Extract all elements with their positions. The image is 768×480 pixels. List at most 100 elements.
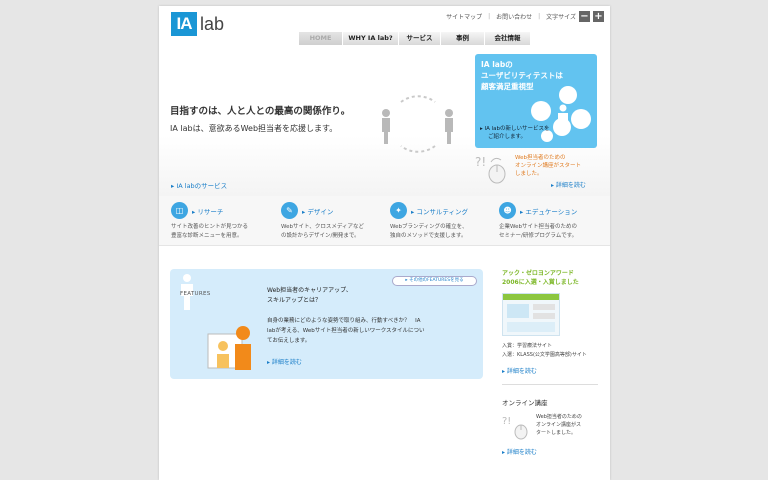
online-notice-line: オンライン講座がスタート: [515, 163, 582, 169]
bubble: [531, 101, 551, 121]
logo-mark: IA: [171, 12, 197, 36]
features-label: FEATURES: [180, 291, 211, 297]
features-body-line: labが考える、Webサイト担当者の新しいワークスタイルについ: [267, 328, 425, 334]
services-bar: ◫ ▸ リサーチ サイト改善のヒントが見つかる 豊富な診断メニューを用意。 ✎ …: [159, 196, 610, 246]
contact-link[interactable]: お問い合わせ: [496, 12, 532, 21]
sidebar: アック・ゼロヨンアワード 2006に入選・入賞しました 入賞：学習療法サイト 入…: [502, 269, 598, 456]
banner-title-line: IA labの: [481, 60, 513, 69]
banner-title-line: ユーザビリティテストは: [481, 71, 563, 80]
service-desc-line: Webブランディングの確立を、: [390, 224, 468, 230]
award-title: アック・ゼロヨンアワード 2006に入選・入賞しました: [502, 269, 598, 287]
font-increase-button[interactable]: +: [593, 11, 604, 22]
service-head: ◫ ▸ リサーチ: [171, 202, 281, 219]
service-title[interactable]: ▸ デザイン: [302, 206, 333, 216]
features-body: 自身の業務にどのような姿勢で取り組み、行動すべきか？ IA labが考える、We…: [267, 316, 477, 346]
online-course-notice[interactable]: Web担当者のための オンライン講座がスタート しました。: [515, 154, 581, 178]
research-icon: ◫: [171, 202, 188, 219]
divider: [502, 384, 598, 385]
sitemap-link[interactable]: サイトマップ: [446, 12, 482, 21]
global-nav: HOME WHY IA lab? サービス 事例 会社情報: [299, 32, 531, 45]
screenshot-block: [533, 313, 555, 319]
nav-why[interactable]: WHY IA lab?: [343, 32, 399, 45]
service-desc-line: Webサイト、クロスメディアなど: [281, 224, 364, 230]
features-body-line: 自身の業務にどのような姿勢で取り組み、行動すべきか？ IA: [267, 318, 421, 324]
online-detail-link[interactable]: ▸ 詳細を読む: [502, 447, 598, 456]
screenshot-block: [533, 304, 555, 310]
features-body-line: てお伝えします。: [267, 338, 311, 344]
award-detail-link[interactable]: ▸ 詳細を読む: [502, 366, 598, 375]
hero-detail-link[interactable]: ▸ 詳細を読む: [551, 180, 586, 189]
more-features-button[interactable]: ▸ その他のFEATURESを見る: [392, 276, 477, 286]
hero-subline: IA labは、意欲あるWeb担当者を応援します。: [170, 124, 338, 133]
nav-service[interactable]: サービス: [399, 32, 441, 45]
online-course-row: ?! Web担当者のための オンライン講座がス タートしました。: [502, 413, 598, 441]
online-notice-line: Web担当者のための: [515, 155, 566, 161]
consulting-icon: ✦: [390, 202, 407, 219]
screenshot-header: [503, 294, 559, 300]
online-course-heading: オンライン講座: [502, 399, 548, 407]
service-design[interactable]: ✎ ▸ デザイン Webサイト、クロスメディアなど の設計からデザイン/開発まで…: [281, 202, 391, 241]
logo[interactable]: IA lab: [171, 12, 224, 36]
service-desc-line: サイト改善のヒントが見つかる: [171, 224, 249, 230]
font-decrease-button[interactable]: −: [579, 11, 590, 22]
design-icon: ✎: [281, 202, 298, 219]
service-consulting[interactable]: ✦ ▸ コンサルティング Webブランディングの確立を、 独自のメソッドで支援し…: [390, 202, 500, 241]
services-link[interactable]: ▸ IA labのサービス: [171, 180, 227, 190]
relationship-illustration: [382, 95, 453, 153]
award-title-line: 2006に入選・入賞しました: [502, 279, 579, 286]
online-text-line: オンライン講座がス: [536, 422, 582, 428]
banner-title-line: 顧客満足重視型: [481, 82, 534, 91]
online-notice-line: しました。: [515, 171, 543, 177]
service-research[interactable]: ◫ ▸ リサーチ サイト改善のヒントが見つかる 豊富な診断メニューを用意。: [171, 202, 281, 241]
service-description: サイト改善のヒントが見つかる 豊富な診断メニューを用意。: [171, 223, 281, 241]
divider: |: [538, 13, 541, 20]
features-title-line: スキルアップとは？: [267, 297, 322, 304]
svg-text:?!: ?!: [475, 155, 486, 169]
utility-nav: サイトマップ | お問い合わせ | 文字サイズ − +: [446, 11, 604, 22]
hero-text: 目指すのは、人と人との最高の関係作り。 IA labは、意欲あるWeb担当者を応…: [170, 103, 350, 134]
features-detail-link[interactable]: ▸ 詳細を読む: [267, 357, 302, 366]
service-desc-line: 企業Webサイト担当者のための: [499, 224, 577, 230]
divider: |: [488, 13, 491, 20]
award-title-line: アック・ゼロヨンアワード: [502, 270, 574, 277]
hero-headline: 目指すのは、人と人との最高の関係作り。: [170, 106, 351, 117]
education-icon: ☻: [499, 202, 516, 219]
service-head: ☻ ▸ エデュケーション: [499, 202, 609, 219]
screenshot-block: [507, 304, 529, 318]
nav-cases[interactable]: 事例: [441, 32, 485, 45]
online-course-text: Web担当者のための オンライン講座がス タートしました。: [536, 413, 582, 441]
features-illustration: [207, 326, 251, 370]
service-desc-line: 独自のメソッドで支援します。: [390, 233, 467, 239]
logo-text: lab: [200, 13, 225, 34]
service-education[interactable]: ☻ ▸ エデュケーション 企業Webサイト担当者のための セミナー/研修プログラ…: [499, 202, 609, 241]
banner-description: ▸ IA labの新しいサービスを ご紹介します。: [480, 125, 550, 141]
banner-desc-line: ご紹介します。: [488, 134, 526, 140]
online-text-line: タートしました。: [536, 430, 577, 436]
award-screenshot[interactable]: [502, 293, 560, 336]
features-box: FEATURES ▸ その他のFEATURESを見る Web担当者のキャリアアッ…: [170, 269, 483, 379]
nav-home[interactable]: HOME: [299, 32, 343, 45]
service-description: Webブランディングの確立を、 独自のメソッドで支援します。: [390, 223, 500, 241]
award-text-line: 入賞：学習療法サイト: [502, 343, 553, 349]
svg-text:?!: ?!: [502, 416, 511, 427]
bubble: [571, 109, 591, 129]
usability-test-banner[interactable]: IA labの ユーザビリティテストは 顧客満足重視型 ▸ IA labの新しい…: [475, 54, 597, 148]
person-icon: [558, 104, 568, 130]
service-title[interactable]: ▸ エデュケーション: [520, 206, 577, 216]
font-size-label: 文字サイズ: [546, 14, 576, 21]
features-title-line: Web担当者のキャリアアップ、: [267, 287, 352, 294]
hero: 目指すのは、人と人との最高の関係作り。 IA labは、意欲あるWeb担当者を応…: [159, 46, 610, 196]
page: IA lab サイトマップ | お問い合わせ | 文字サイズ − + HOME …: [159, 6, 610, 480]
service-head: ✎ ▸ デザイン: [281, 202, 391, 219]
online-text-line: Web担当者のための: [536, 414, 582, 420]
nav-company[interactable]: 会社情報: [485, 32, 531, 45]
service-title[interactable]: ▸ コンサルティング: [411, 206, 468, 216]
screenshot-block: [507, 322, 555, 332]
mouse-icon: ?!: [502, 416, 528, 440]
service-desc-line: 豊富な診断メニューを用意。: [171, 233, 243, 239]
banner-desc-line: ▸ IA labの新しいサービスを: [480, 126, 550, 132]
features-title: Web担当者のキャリアアップ、 スキルアップとは？: [267, 286, 352, 306]
service-desc-line: セミナー/研修プログラムです。: [499, 233, 578, 239]
service-title[interactable]: ▸ リサーチ: [192, 206, 223, 216]
award-text-line: 入選：KLASS(公文学園高等部)サイト: [502, 352, 587, 358]
